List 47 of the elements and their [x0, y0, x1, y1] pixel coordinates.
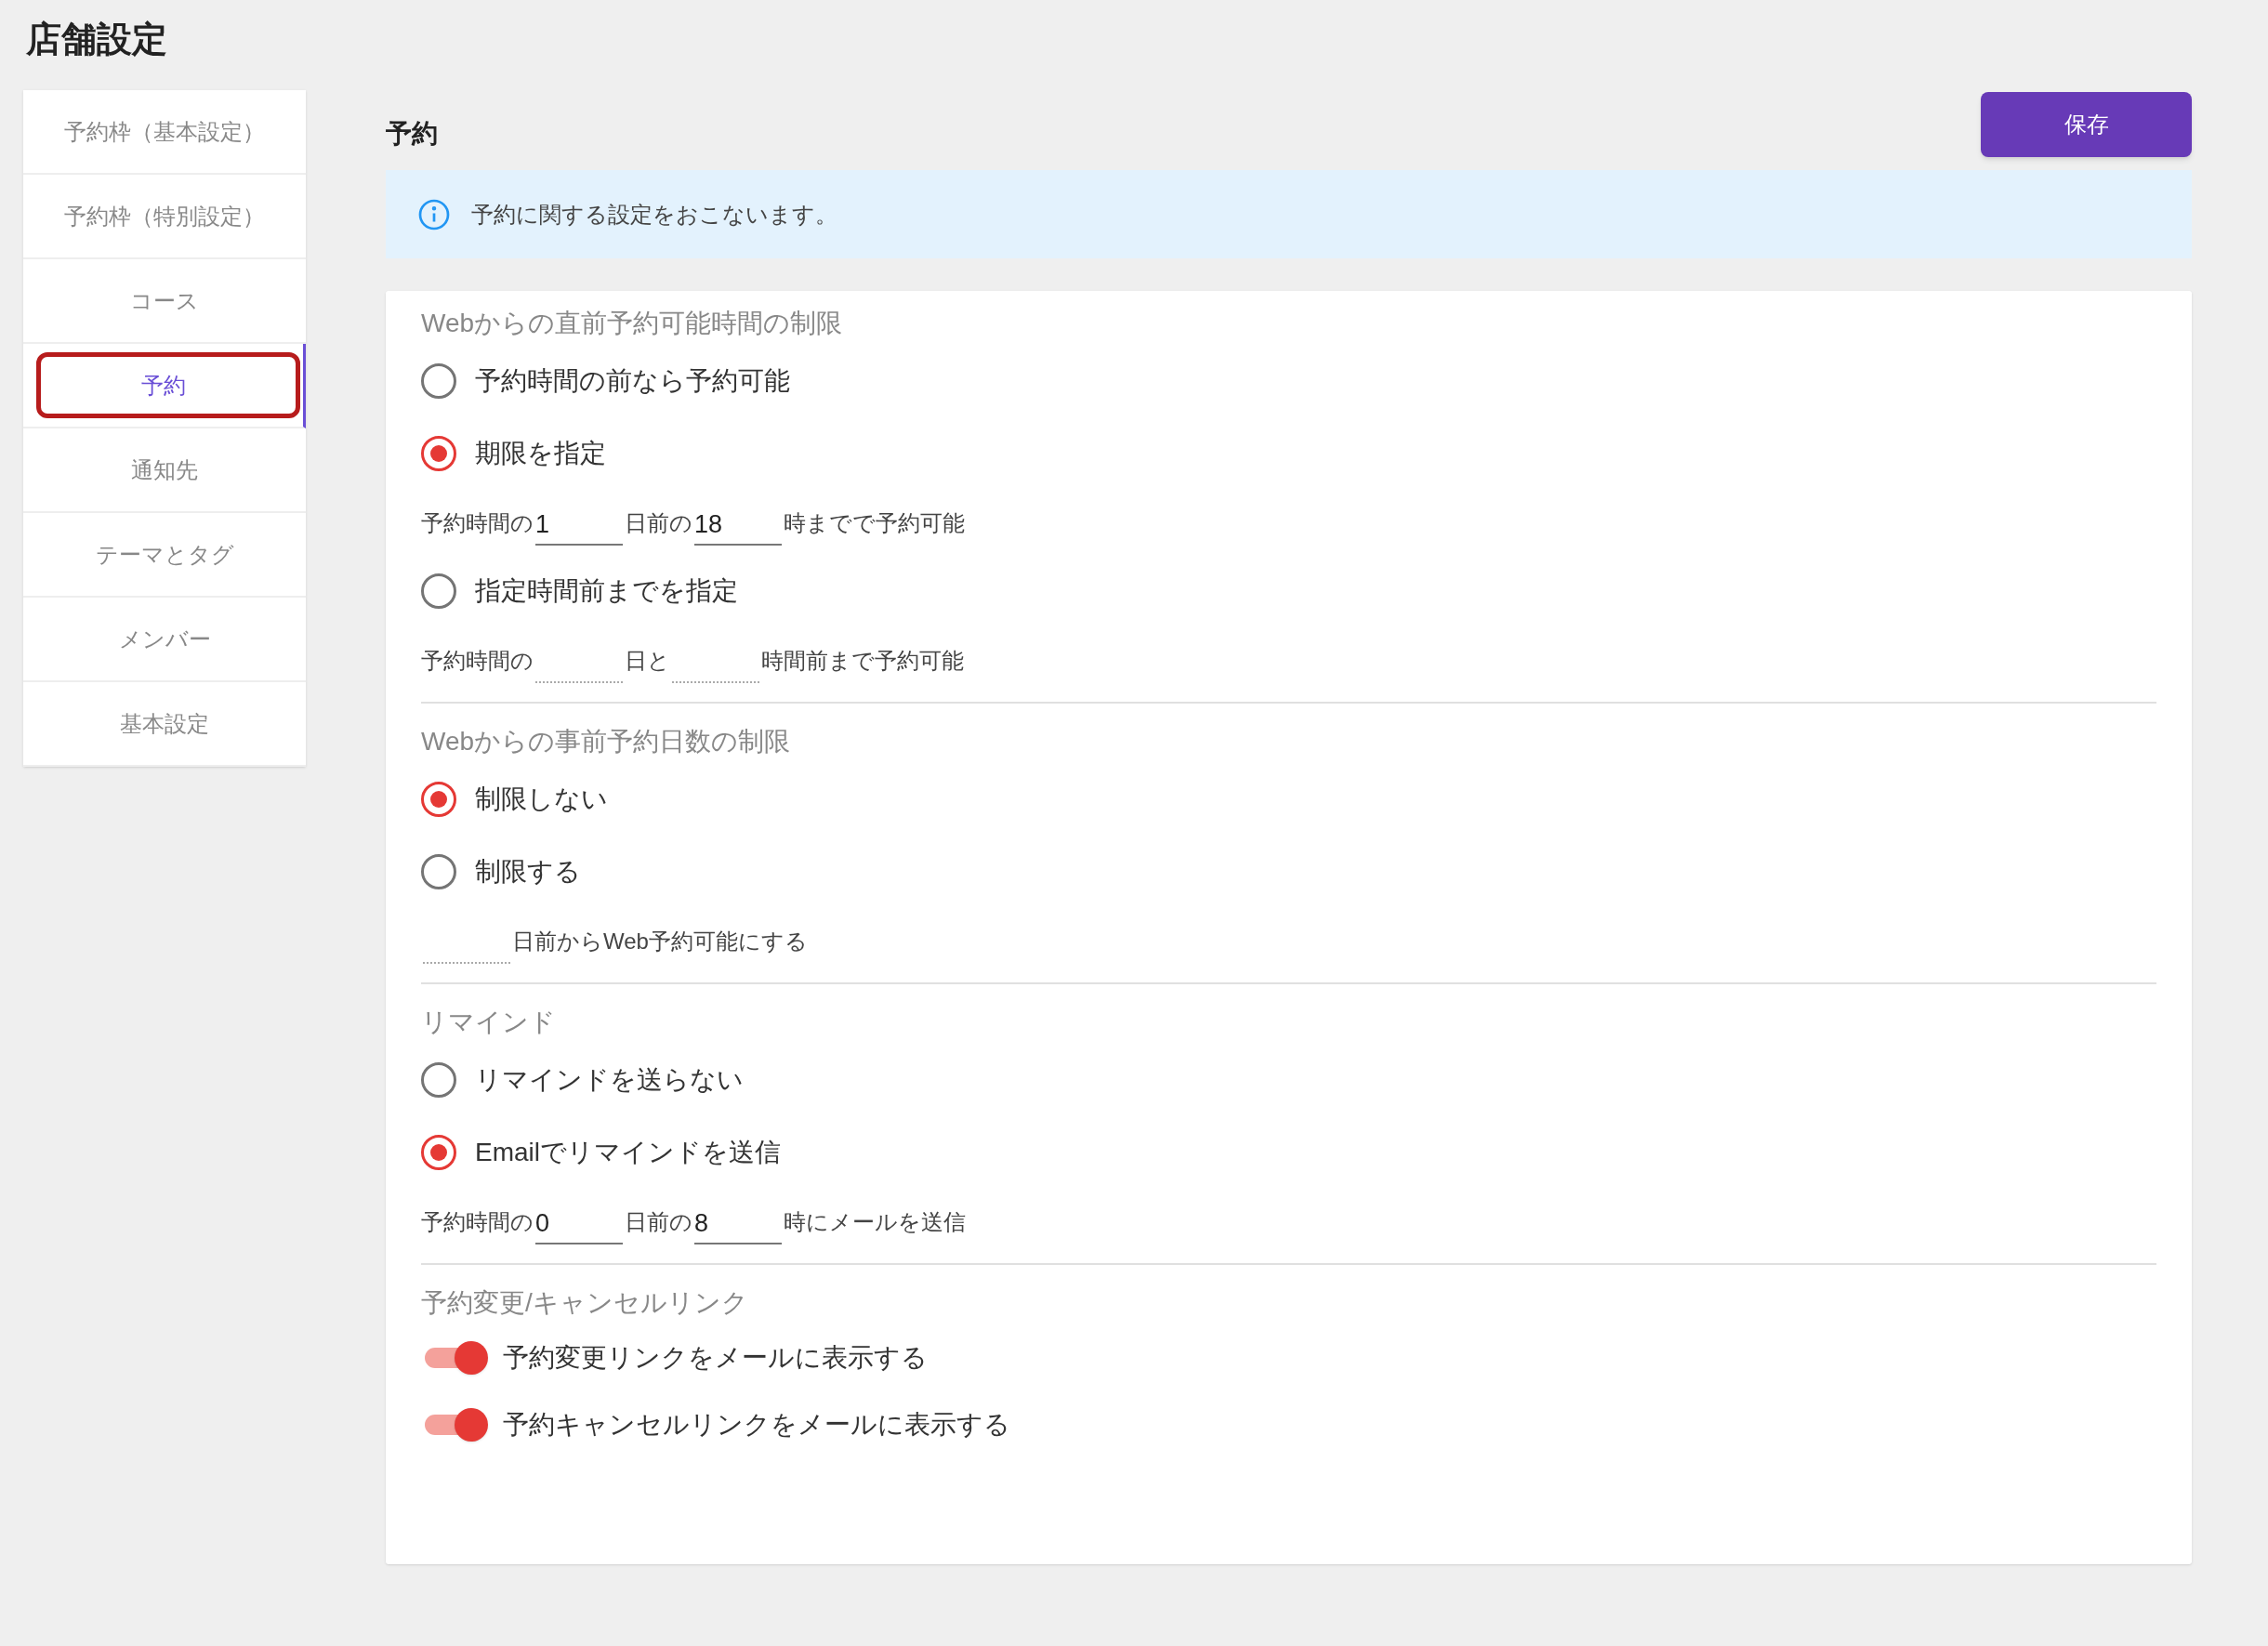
sidebar-item[interactable]: 予約 — [23, 344, 306, 428]
section-title: Webからの直前予約可能時間の制限 — [421, 308, 844, 339]
section-title: Webからの事前予約日数の制限 — [421, 726, 792, 757]
radio-button[interactable] — [421, 573, 456, 609]
number-input-field[interactable]: 8 — [694, 1204, 782, 1244]
radio-label: 制限しない — [475, 783, 608, 815]
page-title: 店舗設定 — [26, 19, 168, 60]
sidebar-item[interactable]: コース — [23, 259, 306, 344]
radio-label: 制限する — [475, 856, 581, 888]
radio-button[interactable] — [421, 1135, 456, 1170]
info-icon — [417, 197, 451, 231]
sidebar-item[interactable]: 通知先 — [23, 428, 306, 513]
toggle-label: 予約変更リンクをメールに表示する — [503, 1342, 928, 1374]
save-button[interactable]: 保存 — [1981, 92, 2192, 157]
inline-label: 日前の — [625, 1208, 692, 1236]
inline-label: 日前の — [625, 509, 692, 537]
inline-label: 時間前まで予約可能 — [761, 647, 964, 675]
inline-label: 日前からWeb予約可能にする — [512, 928, 808, 955]
inline-label: 予約時間の — [421, 1208, 534, 1236]
radio-button[interactable] — [421, 363, 456, 399]
sidebar-item[interactable]: 予約枠（特別設定） — [23, 175, 306, 259]
number-input-field[interactable]: 0 — [535, 1204, 623, 1244]
sidebar-item[interactable]: 基本設定 — [23, 682, 306, 767]
info-text: 予約に関する設定をおこないます。 — [471, 200, 837, 229]
sidebar-item[interactable]: メンバー — [23, 598, 306, 682]
radio-button[interactable] — [421, 782, 456, 817]
radio-button[interactable] — [421, 436, 456, 471]
number-input-field[interactable]: 1 — [535, 505, 623, 546]
radio-label: Emailでリマインドを送信 — [475, 1137, 781, 1168]
inline-label: 時までで予約可能 — [784, 509, 965, 537]
sidebar-item[interactable]: 予約枠（基本設定） — [23, 90, 306, 175]
section-title: 予約変更/キャンセルリンク — [421, 1287, 749, 1319]
number-input-field[interactable]: 18 — [694, 505, 782, 546]
radio-label: 予約時間の前なら予約可能 — [475, 365, 790, 397]
sidebar-item[interactable]: テーマとタグ — [23, 513, 306, 598]
inline-label: 日と — [625, 647, 670, 675]
toggle-label: 予約キャンセルリンクをメールに表示する — [503, 1409, 1010, 1441]
section-heading: 予約 — [386, 118, 438, 150]
section-title: リマインド — [421, 1007, 557, 1038]
radio-label: 期限を指定 — [475, 438, 606, 469]
radio-label: 指定時間前までを指定 — [475, 575, 738, 607]
radio-button[interactable] — [421, 1062, 456, 1098]
radio-label: リマインドを送らない — [475, 1064, 744, 1096]
inline-label: 予約時間の — [421, 647, 534, 675]
radio-button[interactable] — [421, 854, 456, 889]
inline-label: 時にメールを送信 — [784, 1208, 966, 1236]
inline-label: 予約時間の — [421, 509, 534, 537]
